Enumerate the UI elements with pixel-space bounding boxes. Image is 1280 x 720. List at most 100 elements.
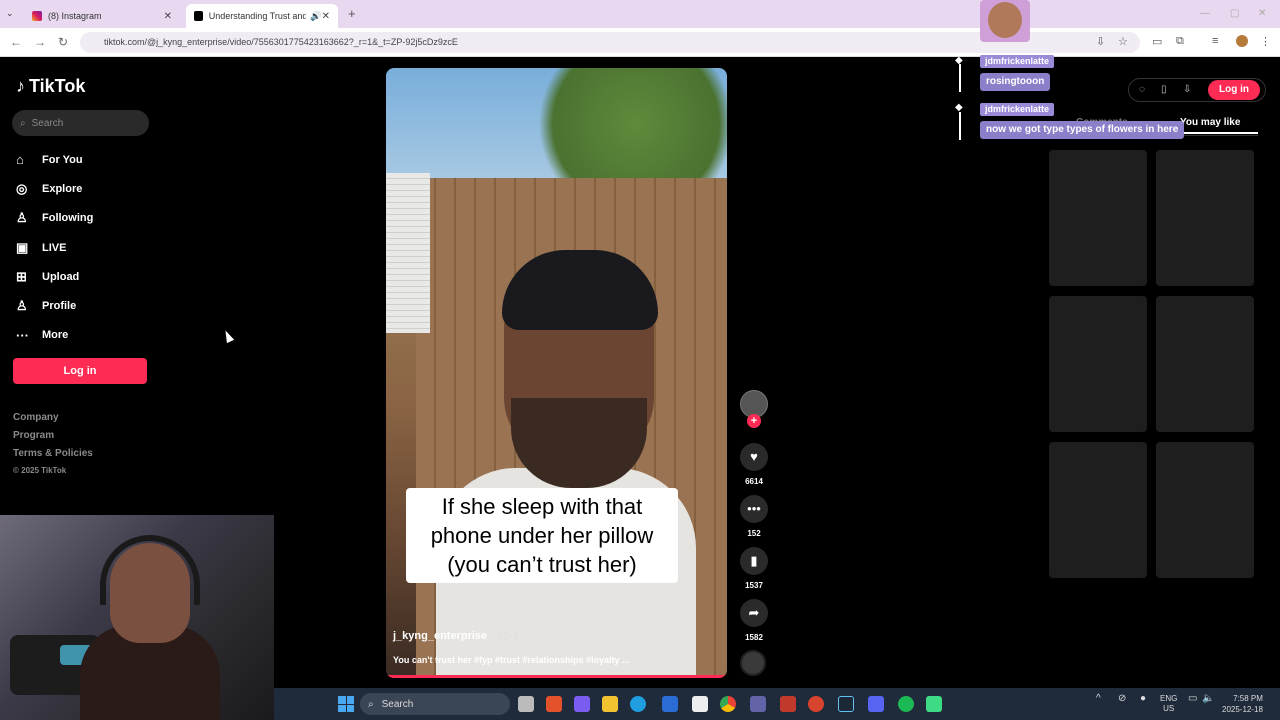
chat-marker-icon: ◆: [955, 55, 963, 66]
share-count: 1582: [745, 633, 763, 642]
app-icon[interactable]: [926, 696, 942, 712]
chrome-icon[interactable]: [720, 696, 736, 712]
coin-icon[interactable]: ◌: [1139, 84, 1145, 95]
sidebar-login-button[interactable]: Log in: [13, 358, 147, 384]
recommended-video-tile[interactable]: [1156, 296, 1254, 432]
nav-label: More: [42, 329, 69, 342]
music-disc-icon[interactable]: [740, 650, 766, 676]
tab-label: Understanding Trust and Lo: [208, 11, 307, 21]
mic-tray-icon[interactable]: ●: [1140, 694, 1146, 704]
profile-icon: ♙: [16, 298, 28, 314]
media-icon[interactable]: ≡: [1212, 35, 1218, 47]
sidebar-item-more[interactable]: ··· More: [16, 321, 93, 350]
chat-username: jdmfrickenlatte: [980, 103, 1055, 116]
browser-tab-bar: ⌄ (8) Instagram ✕ Understanding Trust an…: [0, 0, 1280, 28]
lang-top: ENG: [1160, 694, 1178, 703]
username[interactable]: j_kyng_enterprise: [393, 630, 487, 642]
share-button[interactable]: ➦ 1582: [738, 599, 770, 642]
forward-icon[interactable]: →: [34, 35, 46, 49]
video-player[interactable]: If she sleep with that phone under her p…: [386, 68, 727, 678]
search-input[interactable]: ⌕ Search: [12, 110, 149, 136]
chat-emote-avatar: [980, 0, 1030, 42]
compass-icon: ◎: [16, 180, 28, 196]
mouse-cursor: [221, 328, 235, 344]
save-count: 1537: [745, 581, 763, 590]
tiktok-logo[interactable]: ♪ TikTok: [16, 76, 85, 97]
phone-icon[interactable]: ▯: [1161, 84, 1167, 95]
network-icon[interactable]: ⊘: [1118, 694, 1126, 704]
app-icon[interactable]: [780, 696, 796, 712]
sidebar-item-profile[interactable]: ♙ Profile: [16, 291, 93, 320]
app-icon[interactable]: [808, 696, 824, 712]
start-windows-icon[interactable]: [338, 696, 354, 712]
menu-icon[interactable]: ⋮: [1260, 35, 1271, 48]
speaker-icon[interactable]: 🔊: [310, 11, 321, 22]
task-view-icon[interactable]: [518, 696, 534, 712]
language-indicator[interactable]: ENG US: [1160, 694, 1177, 714]
spotify-icon[interactable]: [898, 696, 914, 712]
tab-groups-icon[interactable]: ▭: [1152, 35, 1162, 48]
reload-icon[interactable]: ↻: [58, 35, 68, 49]
recommended-video-tile[interactable]: [1156, 150, 1254, 286]
profile-avatar-icon[interactable]: [1236, 35, 1248, 47]
video-description[interactable]: You can't trust her #fyp #trust #relatio…: [393, 655, 630, 665]
sidebar-item-upload[interactable]: ⊞ Upload: [16, 262, 93, 291]
app-icon[interactable]: [692, 696, 708, 712]
new-tab-icon[interactable]: +: [348, 6, 356, 21]
house-siding: [386, 173, 430, 333]
bookmark-star-icon[interactable]: ☆: [1118, 35, 1128, 48]
back-icon[interactable]: ←: [10, 35, 22, 49]
nav-label: Following: [42, 212, 94, 225]
minimize-icon[interactable]: —: [1200, 8, 1210, 19]
recommended-video-tile[interactable]: [1049, 296, 1147, 432]
save-button[interactable]: ▮ 1537: [738, 547, 770, 590]
taskbar-search[interactable]: ⌕ Search: [360, 693, 510, 715]
tab-label: (8) Instagram: [48, 11, 102, 21]
app-icon[interactable]: [574, 696, 590, 712]
edge-icon[interactable]: [630, 696, 646, 712]
extensions-icon[interactable]: ⧉: [1176, 35, 1184, 48]
sidebar-item-explore[interactable]: ◎ Explore: [16, 174, 93, 203]
nav-label: Upload: [42, 270, 80, 283]
discord-icon[interactable]: [868, 696, 884, 712]
video-author[interactable]: j_kyng_enterprise · 10-1: [393, 630, 519, 642]
comment-button[interactable]: ••• 152: [738, 495, 770, 538]
recommended-video-tile[interactable]: [1049, 442, 1147, 578]
download-icon[interactable]: ⇩: [1183, 84, 1191, 95]
footer-link-company[interactable]: Company: [13, 412, 93, 430]
sidebar-item-for-you[interactable]: ⌂ For You: [16, 145, 93, 174]
taskbar-search-label: Search: [381, 698, 414, 710]
plus-square-icon: ⊞: [16, 268, 27, 284]
sidebar-item-following[interactable]: ♙ Following: [16, 204, 93, 233]
header-login-button[interactable]: Log in: [1208, 80, 1260, 100]
browser-tab-instagram[interactable]: (8) Instagram ✕: [24, 4, 180, 28]
browser-tab-tiktok[interactable]: Understanding Trust and Lo 🔊 ✕: [186, 4, 338, 28]
maximize-icon[interactable]: ▢: [1230, 8, 1239, 19]
tray-chevron-icon[interactable]: ^: [1096, 694, 1101, 704]
close-window-icon[interactable]: ✕: [1258, 8, 1266, 19]
recommended-video-tile[interactable]: [1049, 150, 1147, 286]
footer-link-terms[interactable]: Terms & Policies: [13, 448, 93, 466]
file-explorer-icon[interactable]: [602, 696, 618, 712]
video-caption: If she sleep with that phone under her p…: [406, 488, 678, 583]
steam-icon[interactable]: [838, 696, 854, 712]
volume-icon[interactable]: 🔈: [1202, 694, 1214, 704]
teams-icon[interactable]: [750, 696, 766, 712]
app-icon[interactable]: [662, 696, 678, 712]
follow-plus-icon[interactable]: +: [747, 414, 761, 428]
footer-link-program[interactable]: Program: [13, 430, 93, 448]
close-tab-icon[interactable]: ✕: [322, 11, 330, 22]
recommended-video-tile[interactable]: [1156, 442, 1254, 578]
tab-you-may-like[interactable]: You may like: [1180, 117, 1240, 128]
system-clock[interactable]: 7:58 PM 2025-12-18: [1222, 693, 1263, 715]
chat-message: now we got type types of flowers in here: [980, 121, 1185, 139]
app-icon[interactable]: [546, 696, 562, 712]
footer-links: Company Program Terms & Policies © 2025 …: [13, 412, 93, 484]
sidebar-item-live[interactable]: ▣ LIVE: [16, 233, 93, 262]
like-button[interactable]: ♥ 6614: [738, 443, 770, 486]
tab-search-icon[interactable]: ⌄: [6, 8, 14, 19]
install-icon[interactable]: ⇩: [1096, 35, 1105, 48]
display-icon[interactable]: ▭: [1188, 694, 1197, 704]
video-progress-bar[interactable]: [386, 675, 727, 678]
close-tab-icon[interactable]: ✕: [164, 11, 172, 22]
